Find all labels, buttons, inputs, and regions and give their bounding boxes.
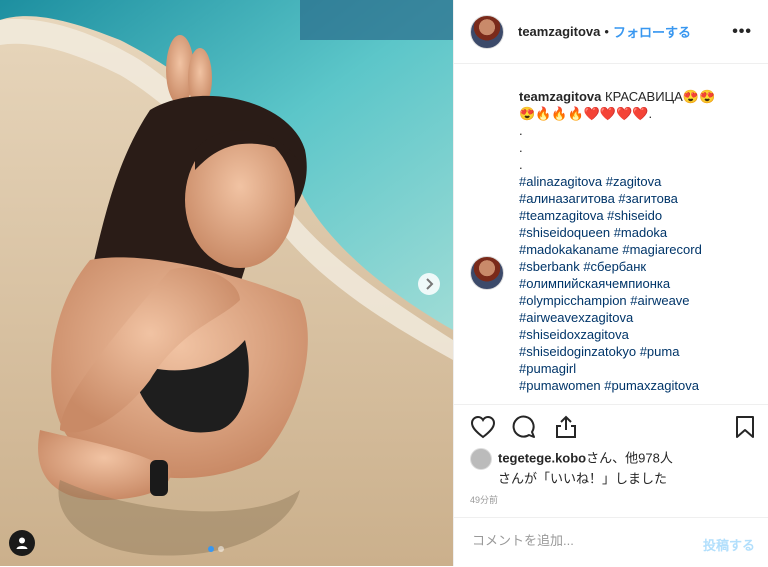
hashtag-line[interactable]: #sberbank #сбербанк (519, 259, 646, 274)
hashtag-list: #alinazagitova #zagitova #алиназагитова … (519, 173, 749, 394)
post-photo[interactable] (0, 0, 453, 566)
post-timestamp[interactable]: 49分前 (470, 493, 498, 506)
caption-section: teamzagitova КРАСАВИЦА😍😍 😍🔥🔥🔥❤️❤️❤️❤️. .… (454, 64, 768, 404)
hashtag-line[interactable]: #pumawomen #pumaxzagitova (519, 378, 699, 393)
photo-image (0, 0, 453, 566)
hashtag-line[interactable]: #алиназагитова #загитова (519, 191, 678, 206)
carousel-dot (218, 546, 224, 552)
follow-button[interactable]: フォローする (613, 22, 691, 41)
chevron-right-icon (426, 278, 434, 290)
hashtag-line[interactable]: #shiseidoginzatokyo #puma (519, 344, 679, 359)
hashtag-line[interactable]: #олимпийскаячемпионка (519, 276, 670, 291)
action-bar (454, 404, 768, 449)
user-tag-button[interactable] (9, 530, 35, 556)
likes-count-text[interactable]: さん、他978人 (586, 450, 673, 465)
comment-input[interactable] (470, 532, 684, 549)
hashtag-line[interactable]: #olympicchampion #airweave (519, 293, 690, 308)
hashtag-line[interactable]: #madokakaname #magiarecord (519, 242, 702, 257)
hashtag-line[interactable]: #shiseidoxzagitova (519, 327, 629, 342)
comment-box: 投稿する (454, 517, 768, 567)
caption-avatar[interactable] (470, 256, 504, 290)
caption-dot: . (519, 140, 523, 155)
caption-dot: . (519, 157, 523, 172)
hashtag-line[interactable]: #pumagirl (519, 361, 576, 376)
bookmark-icon[interactable] (735, 415, 755, 439)
likes-line-2: さんが「いいね！」しました (498, 471, 668, 486)
hashtag-line[interactable]: #shiseidoqueen #madoka (519, 225, 667, 240)
caption-dot: . (519, 123, 523, 138)
hashtag-line[interactable]: #airweavexzagitova (519, 310, 633, 325)
post-comment-button[interactable]: 投稿する (703, 535, 755, 554)
post-side-panel: teamzagitova • フォローする ••• teamzagitova К… (453, 0, 768, 566)
likes-summary: tegetege.koboさん、他978人 さんが「いいね！」しました (470, 448, 760, 488)
share-icon[interactable] (554, 415, 578, 439)
header-bullet: • (604, 24, 609, 39)
post-header: teamzagitova • フォローする ••• (454, 0, 768, 64)
caption-title: КРАСАВИЦА😍😍 (605, 89, 716, 104)
caption-line-1: teamzagitova КРАСАВИЦА😍😍 (519, 88, 749, 105)
comment-icon[interactable] (512, 415, 536, 439)
liker-username[interactable]: tegetege.kobo (498, 450, 586, 465)
avatar[interactable] (470, 14, 504, 49)
header-username[interactable]: teamzagitova (518, 24, 600, 39)
carousel-dot-active (208, 546, 214, 552)
heart-icon[interactable] (470, 415, 496, 439)
hashtag-line[interactable]: #teamzagitova #shiseido (519, 208, 662, 223)
liker-avatar[interactable] (470, 448, 492, 470)
caption-username[interactable]: teamzagitova (519, 89, 601, 104)
caption-text: teamzagitova КРАСАВИЦА😍😍 😍🔥🔥🔥❤️❤️❤️❤️. .… (519, 88, 749, 394)
user-tag-icon (16, 537, 28, 549)
caption-line-2: 😍🔥🔥🔥❤️❤️❤️❤️. (519, 106, 653, 121)
next-photo-button[interactable] (418, 273, 440, 295)
more-options-button[interactable]: ••• (732, 23, 752, 41)
carousel-dots (208, 546, 224, 552)
hashtag-line[interactable]: #alinazagitova #zagitova (519, 174, 661, 189)
